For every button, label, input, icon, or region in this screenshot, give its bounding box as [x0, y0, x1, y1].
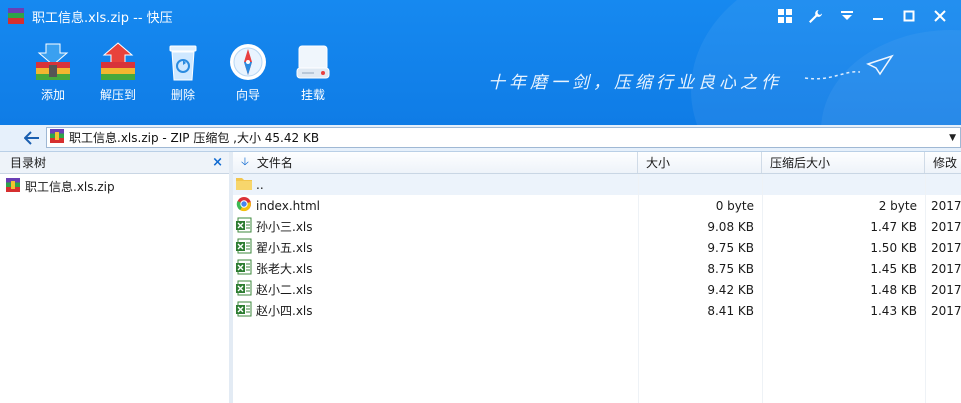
- mount-label: 挂载: [300, 88, 325, 102]
- file-name: 翟小五.xls: [256, 241, 313, 255]
- column-size-label: 大小: [646, 156, 671, 170]
- tree-item-archive[interactable]: 职工信息.xls.zip: [0, 177, 229, 195]
- address-bar: 职工信息.xls.zip - ZIP 压缩包 ,大小 45.42 KB ▼: [0, 125, 961, 152]
- maximize-button[interactable]: [893, 5, 924, 27]
- drive-mount-icon: [291, 40, 335, 84]
- wrench-icon: [809, 9, 822, 23]
- xls-file-icon: [236, 301, 252, 320]
- grid-icon: [777, 9, 792, 23]
- app-logo-icon: [8, 8, 24, 24]
- tree-close-button[interactable]: ×: [212, 155, 223, 170]
- file-size: 8.41 KB: [707, 303, 754, 318]
- address-path: 职工信息.xls.zip - ZIP 压缩包 ,大小 45.42 KB: [69, 131, 320, 145]
- mount-button[interactable]: 挂载: [282, 40, 344, 103]
- file-compressed-size: 2 byte: [878, 198, 917, 213]
- column-name-label: 文件名: [256, 156, 293, 170]
- tree-title: 目录树: [10, 156, 47, 170]
- file-row[interactable]: 张老大.xls 8.75 KB 1.45 KB 2017: [233, 258, 961, 279]
- add-archive-icon: [31, 40, 75, 84]
- dropdown-menu-button[interactable]: [831, 5, 862, 27]
- file-name: 张老大.xls: [256, 262, 313, 276]
- file-size: 9.08 KB: [707, 219, 754, 234]
- file-row[interactable]: index.html 0 byte 2 byte 2017: [233, 195, 961, 216]
- close-icon: [933, 10, 946, 22]
- extract-to-label: 解压到: [99, 88, 136, 102]
- file-name: 孙小三.xls: [256, 220, 313, 234]
- parent-folder-label: ..: [256, 177, 264, 192]
- address-field[interactable]: 职工信息.xls.zip - ZIP 压缩包 ,大小 45.42 KB ▼: [46, 127, 961, 148]
- wizard-label: 向导: [235, 88, 260, 102]
- delete-label: 删除: [170, 88, 195, 102]
- address-dropdown-icon[interactable]: ▼: [949, 133, 956, 143]
- settings-button[interactable]: [800, 5, 831, 27]
- file-size: 9.42 KB: [707, 282, 754, 297]
- tree-item-label: 职工信息.xls.zip: [25, 179, 115, 194]
- maximize-icon: [903, 10, 914, 22]
- file-compressed-size: 1.47 KB: [870, 219, 917, 234]
- back-button[interactable]: [22, 128, 42, 148]
- column-modified-label: 修改: [933, 156, 958, 170]
- file-compressed-size: 1.45 KB: [870, 261, 917, 276]
- column-header-row: 🡣 文件名 大小 压缩后大小 修改: [233, 152, 961, 174]
- toolbar: 添加 解压到 删除 向导 挂载: [22, 40, 347, 103]
- tree-header: 目录树 ×: [0, 152, 229, 174]
- extract-to-button[interactable]: 解压到: [87, 40, 149, 103]
- xls-file-icon: [236, 280, 252, 299]
- sort-down-icon: 🡣: [241, 155, 249, 168]
- add-button[interactable]: 添加: [22, 40, 84, 103]
- column-header-name[interactable]: 🡣 文件名: [233, 152, 638, 173]
- column-header-compressed[interactable]: 压缩后大小: [762, 152, 925, 173]
- compass-icon: [226, 40, 270, 84]
- zip-archive-icon: [50, 129, 64, 146]
- file-modified: 2017: [931, 198, 961, 213]
- parent-folder-row[interactable]: ..: [233, 174, 961, 195]
- menu-chevron-icon: [840, 11, 853, 20]
- column-header-size[interactable]: 大小: [638, 152, 762, 173]
- file-row[interactable]: 翟小五.xls 9.75 KB 1.50 KB 2017: [233, 237, 961, 258]
- folder-icon: [236, 176, 252, 193]
- wizard-button[interactable]: 向导: [217, 40, 279, 103]
- column-compressed-label: 压缩后大小: [770, 156, 831, 170]
- title-toolbar-area: 职工信息.xls.zip -- 快压 添加 解压到 删除 向导 挂载 十年磨一剑…: [0, 0, 961, 125]
- window-title-bar: 职工信息.xls.zip -- 快压: [8, 6, 173, 26]
- file-size: 0 byte: [715, 198, 754, 213]
- file-name: 赵小四.xls: [256, 304, 313, 318]
- file-modified: 2017: [931, 261, 961, 276]
- paper-plane-icon: [804, 54, 894, 80]
- file-compressed-size: 1.48 KB: [870, 282, 917, 297]
- file-row[interactable]: 赵小四.xls 8.41 KB 1.43 KB 2017: [233, 300, 961, 321]
- grid-menu-button[interactable]: [769, 5, 800, 27]
- close-button[interactable]: [924, 5, 955, 27]
- back-arrow-icon: [24, 131, 39, 145]
- file-row[interactable]: 孙小三.xls 9.08 KB 1.47 KB 2017: [233, 216, 961, 237]
- directory-tree-pane: 目录树 × 职工信息.xls.zip: [0, 152, 230, 403]
- file-compressed-size: 1.50 KB: [870, 240, 917, 255]
- window-title: 职工信息.xls.zip -- 快压: [32, 10, 173, 26]
- recycle-bin-icon: [161, 40, 205, 84]
- xls-file-icon: [236, 217, 252, 236]
- zip-archive-icon: [6, 177, 20, 195]
- file-modified: 2017: [931, 219, 961, 234]
- file-modified: 2017: [931, 240, 961, 255]
- file-modified: 2017: [931, 282, 961, 297]
- minimize-button[interactable]: [862, 5, 893, 27]
- file-size: 9.75 KB: [707, 240, 754, 255]
- minimize-icon: [872, 18, 883, 20]
- extract-to-icon: [96, 40, 140, 84]
- file-list: 🡣 文件名 大小 压缩后大小 修改 .. index.html 0 byte 2…: [233, 152, 961, 403]
- delete-button[interactable]: 删除: [152, 40, 214, 103]
- html-file-icon: [236, 196, 252, 215]
- file-name: 赵小二.xls: [256, 283, 313, 297]
- xls-file-icon: [236, 238, 252, 257]
- file-row[interactable]: 赵小二.xls 9.42 KB 1.48 KB 2017: [233, 279, 961, 300]
- file-modified: 2017: [931, 303, 961, 318]
- slogan-text: 十年磨一剑，压缩行业良心之作: [488, 73, 782, 93]
- add-label: 添加: [40, 88, 65, 102]
- xls-file-icon: [236, 259, 252, 278]
- file-size: 8.75 KB: [707, 261, 754, 276]
- column-header-modified[interactable]: 修改: [925, 152, 961, 173]
- file-name: index.html: [256, 198, 320, 213]
- window-controls: [769, 5, 955, 27]
- file-compressed-size: 1.43 KB: [870, 303, 917, 318]
